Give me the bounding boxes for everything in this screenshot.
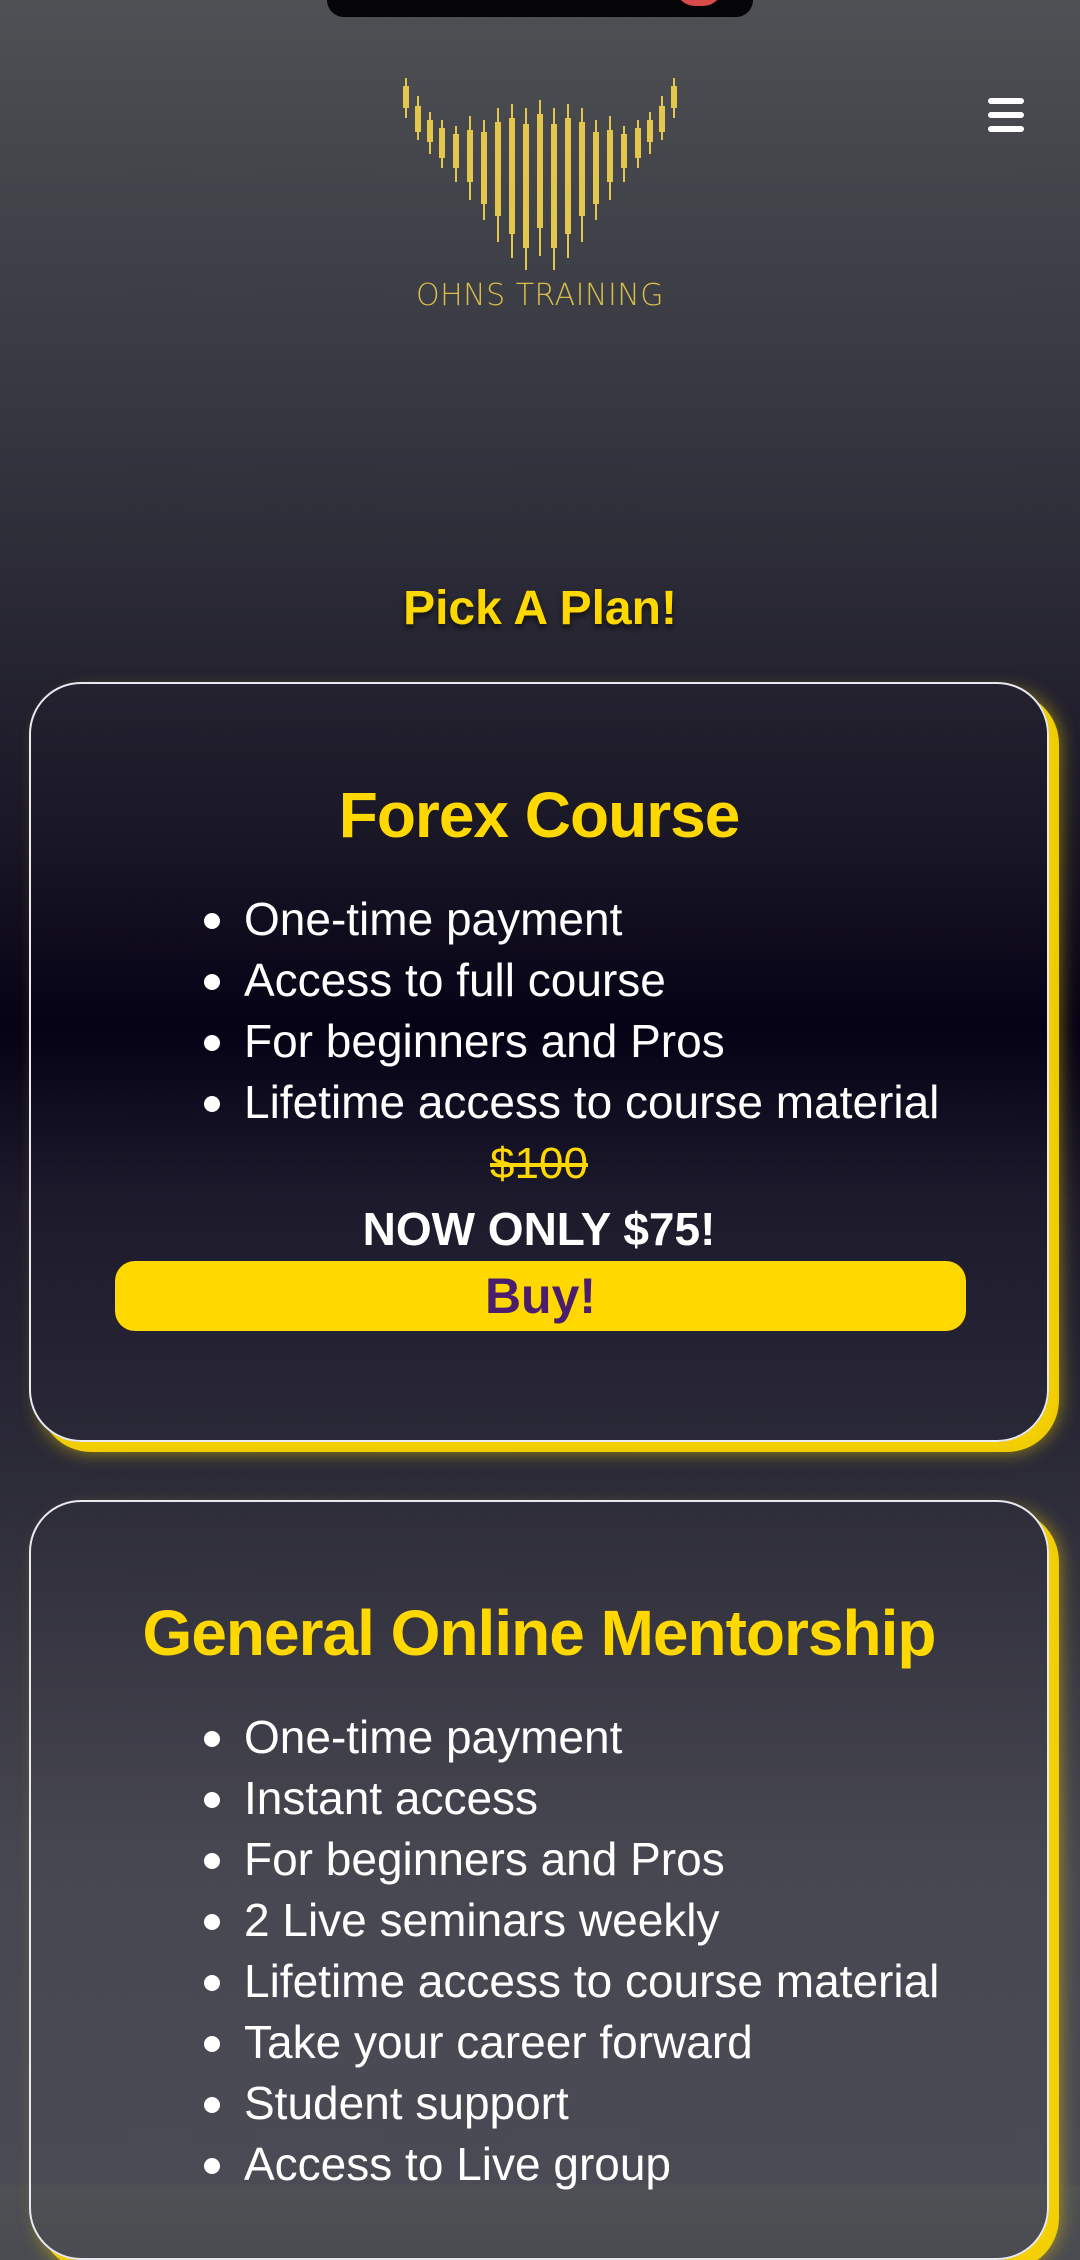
site-logo[interactable]: OHNS TRAINING xyxy=(400,70,680,320)
logo-wordmark: OHNS TRAINING xyxy=(416,278,664,313)
feature-item: One-time payment xyxy=(203,889,939,950)
feature-item: For beginners and Pros xyxy=(203,1011,939,1072)
feature-item: Student support xyxy=(203,2073,939,2134)
menu-button[interactable] xyxy=(980,96,1024,136)
original-price: $100 xyxy=(490,1139,588,1188)
plan-title: Forex Course xyxy=(338,779,741,851)
feature-item: For beginners and Pros xyxy=(203,1829,939,1890)
plan-title: General Online Mentorship xyxy=(142,1597,937,1669)
feature-item: Take your career forward xyxy=(203,2012,939,2073)
plan-features: One-time payment Instant access For begi… xyxy=(203,1707,939,2195)
plan-card-forex-course: Forex Course One-time payment Access to … xyxy=(29,682,1049,1442)
plan-features: One-time payment Access to full course F… xyxy=(203,889,939,1133)
plan-card-general-online-mentorship: General Online Mentorship One-time payme… xyxy=(29,1500,1049,2260)
candlestick-logo-icon xyxy=(403,78,677,270)
discounted-price: NOW ONLY $75! xyxy=(362,1203,716,1255)
feature-item: One-time payment xyxy=(203,1707,939,1768)
feature-item: Instant access xyxy=(203,1768,939,1829)
feature-item: Access to Live group xyxy=(203,2134,939,2195)
buy-button[interactable]: Buy! xyxy=(115,1261,966,1331)
page-title: Pick A Plan! xyxy=(403,582,677,636)
feature-item: 2 Live seminars weekly xyxy=(203,1890,939,1951)
notch-indicator xyxy=(675,0,723,6)
feature-item: Access to full course xyxy=(203,950,939,1011)
device-notch xyxy=(327,0,753,17)
feature-item: Lifetime access to course material xyxy=(203,1951,939,2012)
feature-item: Lifetime access to course material xyxy=(203,1072,939,1133)
